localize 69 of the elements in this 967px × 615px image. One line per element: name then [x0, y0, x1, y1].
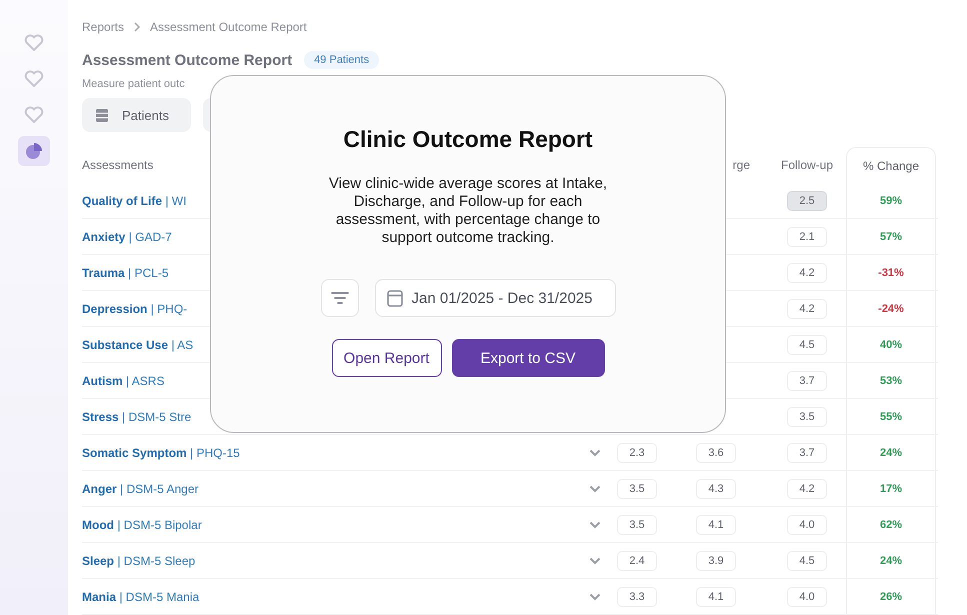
chevron-right-icon: [133, 22, 142, 32]
column-header: % Change: [846, 147, 936, 183]
follow-up-score: 4.0: [787, 514, 827, 534]
follow-up-score: 4.2: [787, 262, 827, 282]
percent-change: 62%: [880, 518, 902, 530]
breadcrumb-current: Assessment Outcome Report: [150, 20, 307, 34]
sidebar-item[interactable]: [18, 136, 50, 166]
assessment-link[interactable]: Mania | DSM-5 Mania: [82, 579, 580, 614]
percent-change: 59%: [880, 194, 902, 206]
follow-up-score: 2.5: [787, 190, 827, 210]
date-range-field[interactable]: Jan 01/2025 - Dec 31/2025: [374, 279, 616, 317]
list-icon: [96, 108, 108, 122]
chevron-down-icon[interactable]: [589, 592, 601, 600]
assessment-link[interactable]: Mood | DSM-5 Bipolar: [82, 507, 580, 542]
assessment-link[interactable]: Somatic Symptom | PHQ-15: [82, 435, 580, 470]
follow-up-score: 4.5: [787, 334, 827, 354]
follow-up-score: 2.1: [787, 226, 827, 246]
intake-score: 3.3: [617, 586, 657, 606]
chevron-down-icon[interactable]: [589, 484, 601, 492]
chevron-down-icon[interactable]: [589, 448, 601, 456]
breadcrumb-link[interactable]: Reports: [82, 20, 124, 34]
page-title: Assessment Outcome Report: [82, 52, 292, 68]
dialog-title: Clinic Outcome Report: [343, 126, 593, 153]
percent-change: 53%: [880, 374, 902, 386]
follow-up-score: 3.5: [787, 406, 827, 426]
column-header: Assessments: [82, 157, 154, 174]
filter-icon: [330, 291, 348, 305]
percent-change: 24%: [880, 446, 902, 458]
assessment-link[interactable]: Anger | DSM-5 Anger: [82, 471, 580, 506]
percent-change: 24%: [880, 554, 902, 566]
tab-button[interactable]: Patients: [82, 98, 191, 132]
page-subtitle: Measure patient outc: [82, 78, 185, 90]
percent-change: 26%: [880, 590, 902, 602]
intake-score: 3.5: [617, 478, 657, 498]
discharge-score: 4.1: [696, 586, 736, 606]
follow-up-score: 3.7: [787, 442, 827, 462]
column-header: rge: [732, 157, 751, 174]
filter-button[interactable]: [320, 279, 358, 317]
discharge-score: 3.6: [696, 442, 736, 462]
follow-up-score: 4.5: [787, 550, 827, 570]
follow-up-score: 4.2: [787, 478, 827, 498]
assessment-link[interactable]: Sleep | DSM-5 Sleep: [82, 543, 580, 578]
percent-change: -31%: [878, 266, 904, 278]
percent-change: 17%: [880, 482, 902, 494]
chevron-down-icon[interactable]: [589, 520, 601, 528]
chart-icon: [24, 141, 44, 161]
intake-score: 2.4: [617, 550, 657, 570]
follow-up-score: 4.0: [787, 586, 827, 606]
discharge-score: 4.3: [696, 478, 736, 498]
column-header: Follow-up: [780, 157, 834, 174]
patient-count-badge: 49 Patients: [304, 51, 380, 69]
percent-change: 55%: [880, 410, 902, 422]
discharge-score: 3.9: [696, 550, 736, 570]
chevron-down-icon[interactable]: [589, 556, 601, 564]
heart-icon: [24, 70, 44, 88]
percent-change: -24%: [878, 302, 904, 314]
intake-score: 3.5: [617, 514, 657, 534]
intake-score: 2.3: [617, 442, 657, 462]
follow-up-score: 3.7: [787, 370, 827, 390]
heart-icon: [24, 106, 44, 124]
percent-change: 57%: [880, 230, 902, 242]
calendar-icon: [386, 290, 402, 306]
discharge-score: 4.1: [696, 514, 736, 534]
open-report-button[interactable]: Open Report: [332, 339, 442, 377]
follow-up-score: 4.2: [787, 298, 827, 318]
percent-change: 40%: [880, 338, 902, 350]
dialog-description: View clinic-wide average scores at Intake, Discharge, and Follow-up for each assessment, with percentage change to support outcome tracking.: [328, 175, 608, 247]
heart-icon: [24, 34, 44, 52]
export-button[interactable]: Export to CSV: [452, 339, 604, 377]
